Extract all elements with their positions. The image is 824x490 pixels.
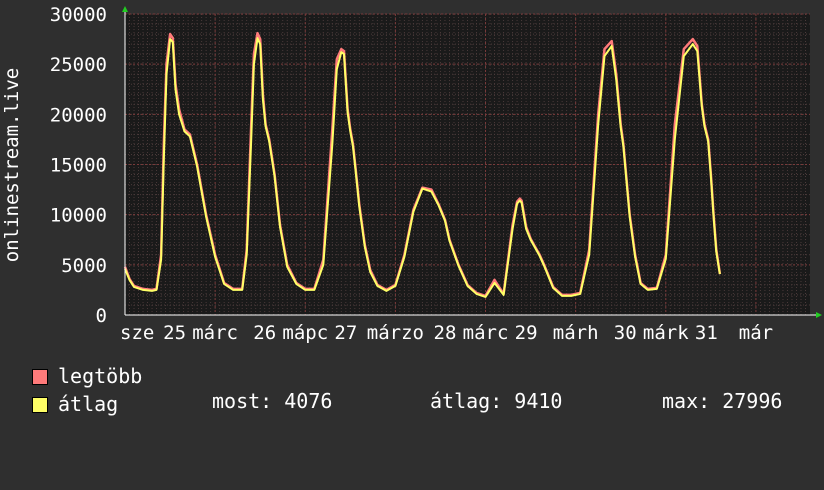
x-tick-label: 31: [695, 322, 718, 344]
x-axis-arrow: [816, 312, 822, 318]
x-tick-label: már: [739, 322, 773, 344]
x-tick-label: sze: [120, 322, 154, 344]
x-tick-label: 27: [334, 322, 357, 344]
x-tick-label: 30: [614, 322, 637, 344]
y-tick-label: 30000: [50, 4, 107, 26]
x-tick-label: márk: [643, 322, 689, 344]
y-tick-label: 10000: [50, 205, 107, 227]
x-tick-label: mápc: [282, 322, 328, 344]
x-tick-label: márc: [463, 322, 509, 344]
y-tick-label: 25000: [50, 54, 107, 76]
x-tick-label: 26: [253, 322, 276, 344]
traffic-chart: 0 5000 10000 15000 20000 25000 30000 sze 25 márc…: [1, 4, 822, 344]
x-tick-label: 25: [163, 322, 186, 344]
x-tick-labels: sze 25 márc 26 mápc 27 márzo 28 márc 29 márh 30 márk…: [120, 322, 773, 344]
y-tick-label: 15000: [50, 155, 107, 177]
y-tick-label: 0: [96, 305, 107, 327]
y-axis-label: onlinestream.live: [1, 68, 23, 262]
y-axis-arrow: [122, 6, 128, 12]
x-tick-label: márc: [192, 322, 238, 344]
x-tick-label: márzo: [367, 322, 424, 344]
x-tick-label: márh: [553, 322, 599, 344]
y-tick-labels: 0 5000 10000 15000 20000 25000 30000: [50, 4, 107, 327]
x-tick-label: 29: [515, 322, 538, 344]
y-tick-label: 5000: [61, 255, 107, 277]
x-tick-label: 28: [434, 322, 457, 344]
y-tick-label: 20000: [50, 104, 107, 126]
grid: [124, 13, 810, 316]
